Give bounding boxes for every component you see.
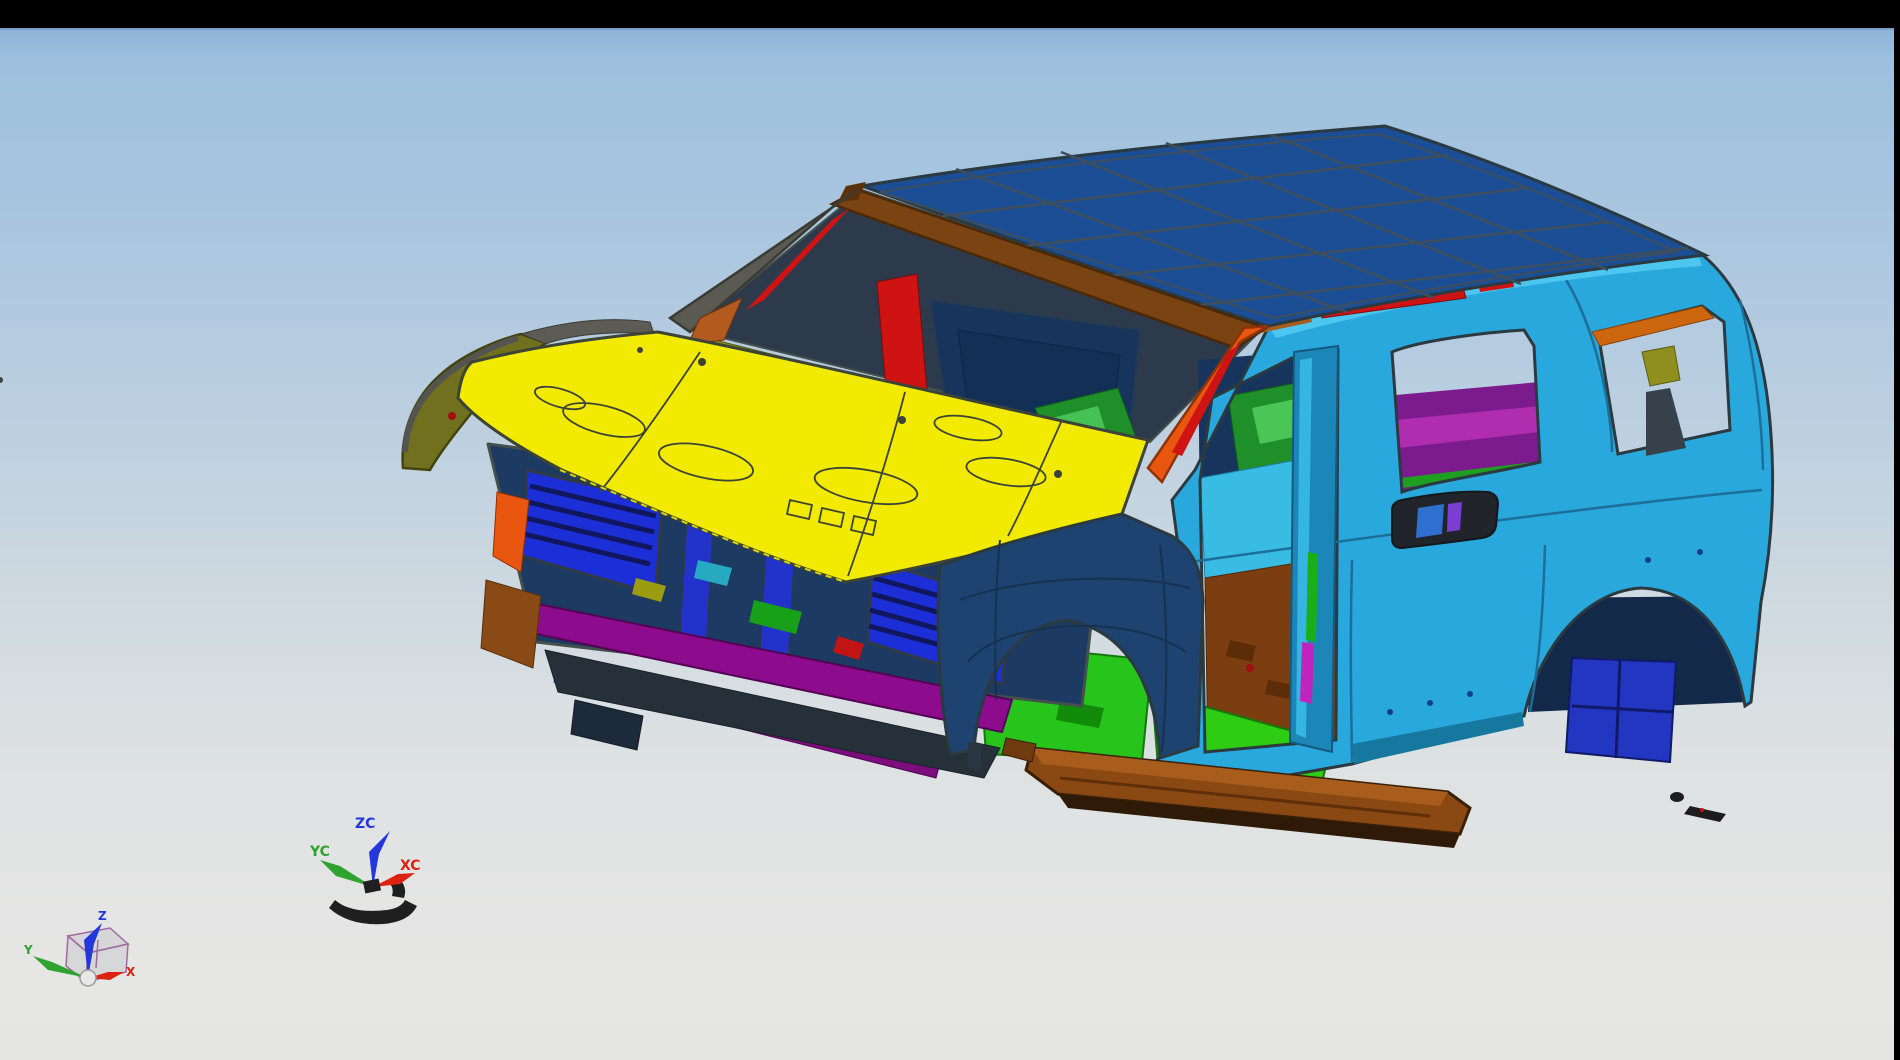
window-right-bar [1894,28,1900,1060]
board-post [968,742,982,770]
wcs-z-label: ZC [355,816,375,832]
wcs-z-axis-arrow[interactable] [369,831,390,887]
b-pillar-magenta-accent [1300,642,1314,704]
wcs-y-label: YC [309,844,330,860]
handle-inner-purple [1447,502,1462,532]
view-z-label: Z [98,909,107,923]
b-pillar-green-accent [1306,552,1318,642]
window-title-bar [0,0,1900,28]
wcs-x-label: XC [400,858,421,874]
wcs-origin-block[interactable] [363,878,381,893]
view-x-label: X [126,965,136,979]
loose-parts[interactable] [1670,792,1726,822]
loose-part-1[interactable] [1670,792,1684,802]
wing-red-plug [448,412,456,420]
chin-step [571,700,643,750]
viewport-top-edge [0,28,1894,30]
model-scene[interactable]: ZC YC XC Z Y X [0,28,1894,1060]
b-pillar[interactable] [1290,346,1338,752]
view-origin-sphere[interactable] [80,970,96,986]
floor-plug-red [1246,664,1254,672]
view-y-label: Y [23,943,33,957]
cad-3d-viewport[interactable]: ZC YC XC Z Y X [0,28,1894,1060]
quarter-window-dark-bracket [1646,388,1686,456]
quarter-window-olive-bracket [1642,346,1680,386]
wcs-rotate-handle[interactable] [329,900,417,924]
fascia-copper-bracket [481,580,541,668]
loose-part-2[interactable] [1684,806,1726,822]
wcs-triad[interactable]: ZC YC XC [309,816,421,924]
handle-inner-blue [1416,504,1444,538]
view-triad[interactable]: Z Y X [23,909,136,986]
loose-part-red-dot [1700,808,1704,812]
